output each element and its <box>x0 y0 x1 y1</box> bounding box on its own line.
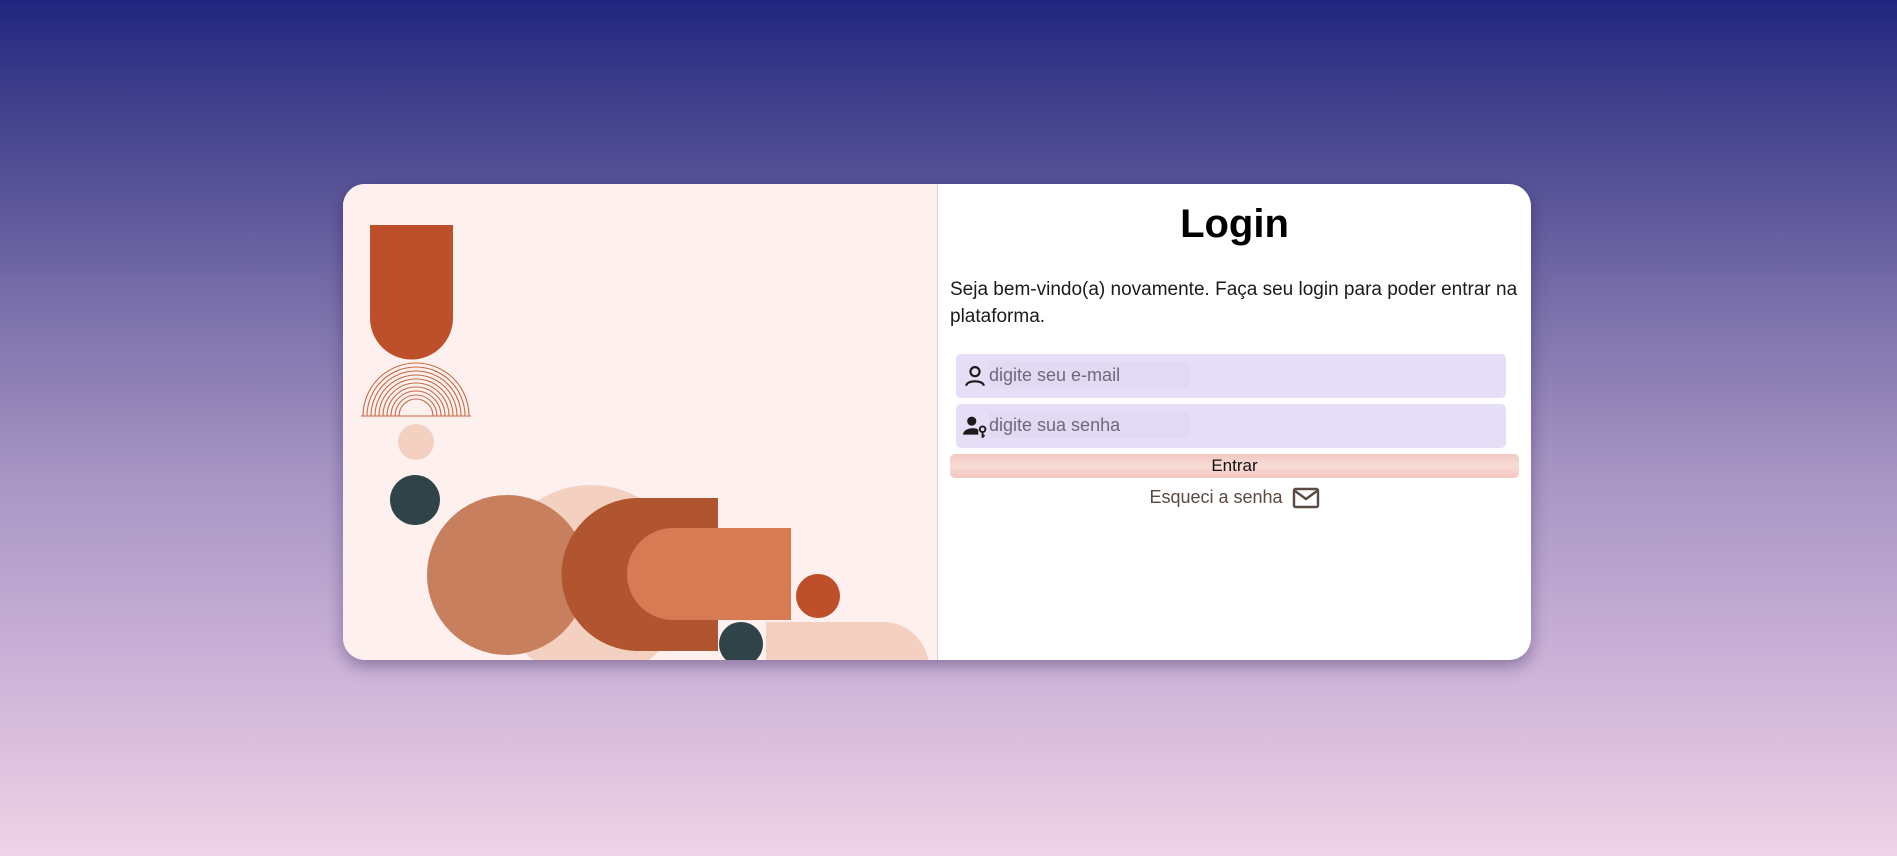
password-input[interactable] <box>989 412 1189 438</box>
line-rainbow-shape <box>361 362 471 417</box>
forgot-password-label: Esqueci a senha <box>1149 486 1283 507</box>
abstract-shapes-illustration <box>361 225 929 660</box>
user-key-icon <box>963 416 987 438</box>
small-rust-circle <box>796 574 840 618</box>
orange-pill-shape <box>627 528 791 620</box>
decorative-art-panel <box>343 184 938 660</box>
email-input[interactable] <box>989 362 1189 388</box>
login-button[interactable]: Entrar <box>950 454 1519 478</box>
login-form-panel: Login Seja bem-vindo(a) novamente. Faça … <box>938 184 1531 660</box>
forgot-password-link[interactable]: Esqueci a senha <box>938 486 1531 510</box>
login-card: Login Seja bem-vindo(a) novamente. Faça … <box>343 184 1531 660</box>
user-icon <box>965 366 985 387</box>
mail-icon <box>1292 487 1319 509</box>
email-field[interactable] <box>956 354 1506 398</box>
small-peach-circle <box>398 424 434 460</box>
welcome-message: Seja bem-vindo(a) novamente. Faça seu lo… <box>950 279 1518 327</box>
rust-arch-shape <box>370 225 453 360</box>
page-title: Login <box>1180 202 1289 246</box>
password-field[interactable] <box>956 404 1506 448</box>
dark-circle-bottom <box>719 622 763 660</box>
dark-circle-left <box>390 475 440 525</box>
